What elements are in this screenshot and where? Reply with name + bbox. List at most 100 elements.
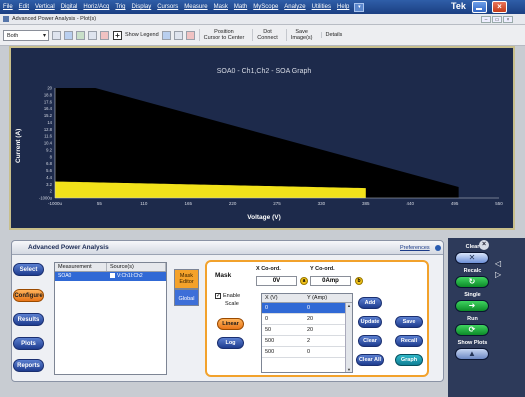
recall-button[interactable]: Recall	[395, 335, 423, 347]
recalc-button[interactable]: ↻	[455, 276, 489, 288]
plot-close-button[interactable]: ×	[503, 16, 513, 23]
zoom-in-icon[interactable]	[64, 30, 73, 40]
run-loop-icon: ⟳	[468, 325, 476, 334]
enable-checkbox[interactable]: ✓	[215, 292, 221, 299]
tab-global[interactable]: Global	[174, 289, 199, 306]
mask-editor: Mask X Co-ord. Y Co-ord. 0V a 0Amp b ✓ En…	[205, 260, 429, 377]
mask-title: Mask	[215, 272, 232, 279]
nav-plots-button[interactable]: Plots	[13, 337, 44, 350]
save-images-label: Save Image(s)	[290, 29, 313, 41]
grid-icon[interactable]	[173, 30, 183, 40]
bars-icon[interactable]	[161, 30, 171, 40]
menu-measure[interactable]: Measure	[181, 4, 210, 10]
point-x: 500	[265, 349, 275, 355]
knob-a-icon[interactable]: a	[300, 277, 308, 285]
details-button[interactable]: Details	[320, 32, 347, 38]
soa-plot-svg: -1000u 55 110 165 220 275 330 385 440 495 550 2018.…	[39, 86, 503, 207]
table-row[interactable]: 0 20	[262, 314, 352, 325]
menu-myscope[interactable]: MyScope	[250, 4, 281, 10]
menu-help[interactable]: Help	[334, 4, 352, 10]
x-tick-label: -1000u	[48, 201, 63, 206]
graph-button[interactable]: Graph	[395, 354, 423, 366]
menu-digital[interactable]: Digital	[58, 4, 81, 10]
save-images-button[interactable]: Save Image(s)	[285, 29, 317, 41]
collapse-left-icon[interactable]: ◁	[495, 259, 501, 268]
table-row[interactable]: 500 2	[262, 336, 352, 347]
save-button[interactable]: Save	[395, 316, 423, 328]
plot-minimize-button[interactable]: –	[481, 16, 491, 23]
enable-label: Enable	[223, 293, 241, 299]
pan-icon[interactable]	[76, 30, 85, 40]
knob-b-icon[interactable]: b	[355, 277, 363, 285]
single-label: Single	[464, 292, 481, 298]
nav-reports-button[interactable]: Reports	[13, 359, 44, 372]
collapse-right-icon[interactable]: ▷	[495, 270, 501, 279]
y-tick-label: 2	[50, 189, 53, 194]
menu-math[interactable]: Math	[231, 4, 250, 10]
add-button[interactable]: Add	[358, 297, 382, 309]
config-tabs: Mask Editor Global	[174, 269, 199, 306]
table-row[interactable]: SOA0 V:Ch1I:Ch2	[55, 272, 166, 281]
clear-button[interactable]: Clear	[358, 335, 382, 347]
zoom-icon[interactable]	[52, 30, 61, 40]
clear-label: Clear	[465, 244, 480, 250]
show-plots-button[interactable]: ▲	[455, 348, 489, 360]
preferences-arrow-icon[interactable]	[435, 245, 441, 251]
clear-results-button[interactable]: ✕	[455, 252, 489, 264]
nav-select-button[interactable]: Select	[13, 263, 44, 276]
clear-all-button[interactable]: Clear All	[356, 354, 384, 366]
table-row[interactable]: 00	[262, 303, 352, 314]
close-panel-icon[interactable]: ×	[479, 240, 489, 250]
update-button[interactable]: Update	[358, 316, 382, 328]
reset-icon[interactable]	[100, 30, 109, 40]
y-tick-label: 4.4	[46, 175, 52, 180]
menu-mask[interactable]: Mask	[211, 4, 231, 10]
tab-mask-editor[interactable]: Mask Editor	[174, 269, 199, 289]
source-cell: V:Ch1I:Ch2	[107, 272, 166, 281]
soa-graph[interactable]: -1000u 55 110 165 220 275 330 385 440 495 550 20 18.…	[9, 46, 515, 230]
run-control-panel: Clear ✕ Recalc ↻ Single ➜ Run ⟳ Show Plo…	[448, 238, 525, 397]
menu-utilities[interactable]: Utilities	[309, 4, 334, 10]
menu-analyze[interactable]: Analyze	[281, 4, 308, 10]
points-scrollbar[interactable]	[345, 303, 352, 372]
source-value: V:Ch1I:Ch2	[117, 273, 143, 279]
position-cursor-button[interactable]: Position Cursor to Center	[198, 29, 249, 41]
help-dropdown-icon[interactable]: ▾	[354, 2, 365, 12]
show-legend-checkbox[interactable]: +	[113, 30, 122, 40]
minimize-button[interactable]	[472, 1, 487, 13]
menu-cursors[interactable]: Cursors	[154, 4, 181, 10]
dot-connect-button[interactable]: Dot Connect	[252, 29, 282, 41]
log-button[interactable]: Log	[217, 337, 244, 349]
brand-logo: Tek	[451, 1, 466, 11]
mark-icon[interactable]	[185, 30, 195, 40]
menu-file[interactable]: File	[0, 4, 16, 10]
menu-edit[interactable]: Edit	[16, 4, 32, 10]
side-arrows: ◁ ▷	[495, 258, 501, 280]
tab-global-label: Global	[178, 296, 195, 302]
chart-title: SOA0 - Ch1,Ch2 - SOA Graph	[216, 68, 312, 75]
cursor-icon[interactable]	[88, 30, 97, 40]
nav-results-button[interactable]: Results	[13, 313, 44, 326]
linear-button[interactable]: Linear	[217, 318, 244, 330]
close-button[interactable]: ×	[492, 1, 507, 13]
table-row[interactable]: 500 0	[262, 347, 352, 358]
run-button[interactable]: ⟳	[455, 324, 489, 336]
plot-restore-button[interactable]: ▭	[492, 16, 502, 23]
preferences-link[interactable]: Preferences	[400, 245, 430, 251]
position-cursor-label: Position Cursor to Center	[203, 29, 245, 41]
scale-label: Scale	[225, 301, 239, 307]
source-checkbox[interactable]	[110, 273, 115, 279]
table-row[interactable]: 50 20	[262, 325, 352, 336]
menu-horiz-acq[interactable]: Horiz/Acq	[80, 4, 112, 10]
y-coord-input[interactable]: 0Amp	[310, 276, 351, 286]
menu-vertical[interactable]: Vertical	[32, 4, 58, 10]
x-coord-input[interactable]: 0V	[256, 276, 297, 286]
nav-configure-button[interactable]: Configure	[13, 289, 44, 302]
recalc-icon: ↻	[468, 277, 476, 286]
view-select[interactable]: Both	[3, 29, 49, 41]
single-button[interactable]: ➜	[455, 300, 489, 312]
y-tick-label: -1000u	[39, 196, 53, 201]
app-window: File Edit Vertical Digital Horiz/Acq Tri…	[0, 0, 525, 397]
menu-display[interactable]: Display	[129, 4, 155, 10]
menu-trig[interactable]: Trig	[112, 4, 128, 10]
